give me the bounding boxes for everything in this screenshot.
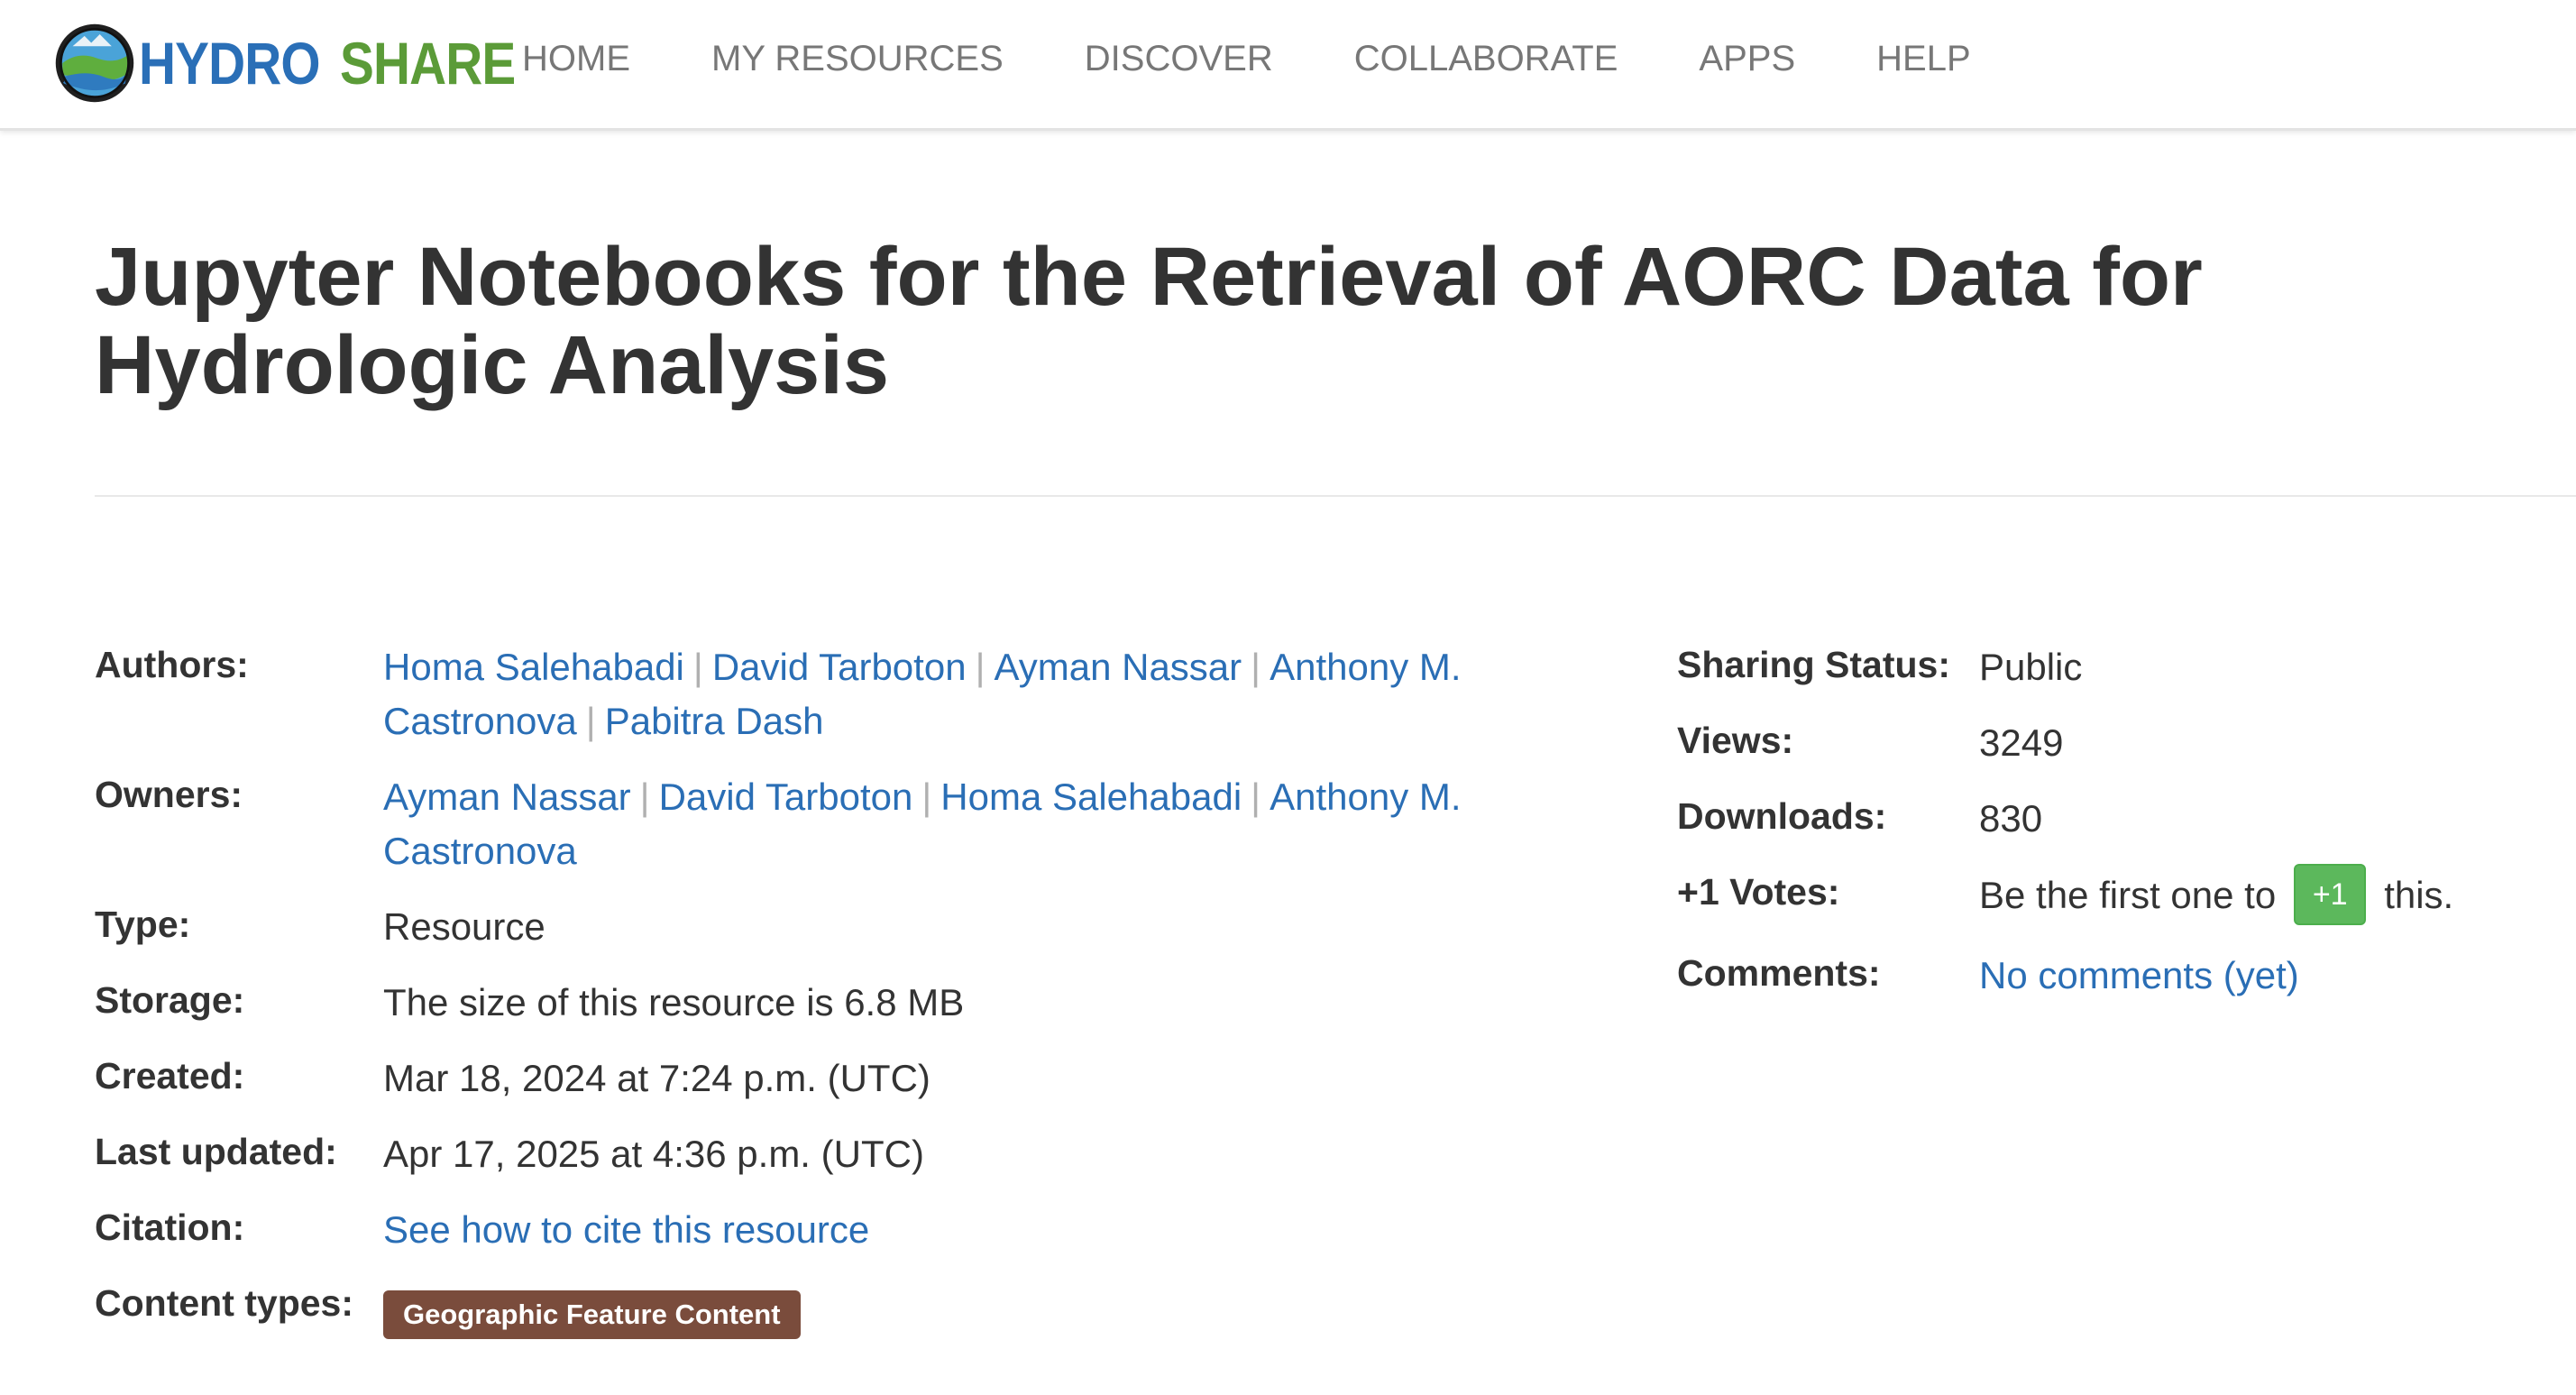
comments-label: Comments: bbox=[1677, 952, 1881, 994]
separator: | bbox=[639, 776, 650, 818]
type-value: Resource bbox=[383, 905, 545, 948]
plus-one-button[interactable]: +1 bbox=[2294, 864, 2367, 925]
nav-collaborate[interactable]: COLLABORATE bbox=[1354, 39, 1618, 79]
top-navbar: HYDRO SHARE HOME MY RESOURCES DISCOVER CO… bbox=[0, 0, 2576, 131]
separator: | bbox=[1251, 646, 1261, 688]
page-title: Jupyter Notebooks for the Retrieval of A… bbox=[95, 231, 2203, 411]
comments-link[interactable]: No comments (yet) bbox=[1979, 954, 2299, 996]
sharing-status-value: Public bbox=[1979, 646, 2083, 688]
nav-apps[interactable]: APPS bbox=[1699, 39, 1795, 79]
separator: | bbox=[975, 646, 985, 688]
cite-resource-link[interactable]: See how to cite this resource bbox=[383, 1208, 869, 1251]
created-value: Mar 18, 2024 at 7:24 p.m. (UTC) bbox=[383, 1057, 930, 1099]
citation-value: See how to cite this resource bbox=[383, 1203, 869, 1257]
separator: | bbox=[692, 646, 703, 688]
author-link[interactable]: David Tarboton bbox=[712, 646, 967, 688]
content-types-value: Geographic Feature Content bbox=[383, 1284, 801, 1339]
owners-label: Owners: bbox=[95, 774, 243, 815]
nav-my-resources[interactable]: MY RESOURCES bbox=[711, 39, 1004, 79]
separator: | bbox=[921, 776, 932, 818]
votes-suffix: this. bbox=[2384, 874, 2454, 917]
content-types-label: Content types: bbox=[95, 1282, 353, 1324]
downloads-value: 830 bbox=[1979, 797, 2043, 840]
storage-label: Storage: bbox=[95, 979, 245, 1021]
globe-logo-icon bbox=[55, 23, 134, 103]
separator: | bbox=[1251, 776, 1261, 818]
authors-label: Authors: bbox=[95, 644, 249, 685]
author-link[interactable]: Ayman Nassar bbox=[994, 646, 1242, 688]
owner-link[interactable]: Ayman Nassar bbox=[383, 776, 631, 818]
author-link[interactable]: Pabitra Dash bbox=[605, 700, 824, 742]
votes-prefix: Be the first one to bbox=[1979, 874, 2277, 917]
views-label: Views: bbox=[1677, 720, 1794, 761]
separator: | bbox=[585, 700, 596, 742]
logo-word-share: SHARE bbox=[340, 30, 516, 96]
created-label: Created: bbox=[95, 1055, 245, 1097]
citation-label: Citation: bbox=[95, 1207, 245, 1248]
type-label: Type: bbox=[95, 904, 191, 945]
nav-discover[interactable]: DISCOVER bbox=[1085, 39, 1273, 79]
owner-link[interactable]: David Tarboton bbox=[659, 776, 913, 818]
last-updated-label: Last updated: bbox=[95, 1131, 337, 1172]
authors-list: Homa Salehabadi | David Tarboton | Ayman Nas… bbox=[383, 640, 1501, 748]
title-divider bbox=[95, 495, 2576, 497]
nav-home[interactable]: HOME bbox=[522, 39, 630, 79]
owner-link[interactable]: Homa Salehabadi bbox=[940, 776, 1242, 818]
storage-value: The size of this resource is 6.8 MB bbox=[383, 981, 965, 1023]
downloads-label: Downloads: bbox=[1677, 795, 1887, 837]
author-link[interactable]: Homa Salehabadi bbox=[383, 646, 684, 688]
comments-value: No comments (yet) bbox=[1979, 949, 2299, 1003]
nav-help[interactable]: HELP bbox=[1876, 39, 1971, 79]
main-nav: HOME MY RESOURCES DISCOVER COLLABORATE A… bbox=[522, 0, 2052, 117]
last-updated-value: Apr 17, 2025 at 4:36 p.m. (UTC) bbox=[383, 1133, 924, 1175]
votes-value: Be the first one to +1 this. bbox=[1979, 864, 2454, 929]
votes-label: +1 Votes: bbox=[1677, 871, 1840, 913]
owners-list: Ayman Nassar | David Tarboton | Homa Salehab… bbox=[383, 770, 1501, 878]
sharing-status-label: Sharing Status: bbox=[1677, 644, 1950, 685]
logo-word-hydro: HYDRO bbox=[139, 30, 321, 96]
hydroshare-logo[interactable]: HYDRO SHARE bbox=[52, 18, 544, 108]
content-type-badge[interactable]: Geographic Feature Content bbox=[383, 1290, 801, 1339]
views-value: 3249 bbox=[1979, 721, 2064, 764]
